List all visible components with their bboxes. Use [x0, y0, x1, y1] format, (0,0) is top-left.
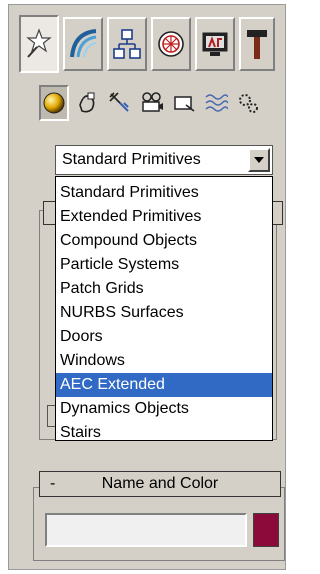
object-category-dropdown[interactable]: Standard Primitives [55, 145, 273, 175]
command-panel-tabs [19, 13, 289, 75]
category-cameras-button[interactable] [137, 85, 167, 121]
dropdown-option-standard-primitives[interactable]: Standard Primitives [56, 181, 272, 205]
tab-create[interactable] [19, 15, 59, 73]
dropdown-option-dynamics-objects[interactable]: Dynamics Objects [56, 397, 272, 421]
dropdown-option-windows[interactable]: Windows [56, 349, 272, 373]
display-icon [202, 32, 228, 56]
dropdown-option-aec-extended[interactable]: AEC Extended [56, 373, 272, 397]
hierarchy-icon [113, 29, 141, 59]
modify-icon [70, 29, 97, 58]
motion-icon [158, 31, 184, 57]
category-systems-button[interactable] [233, 85, 263, 121]
create-icon [26, 28, 52, 58]
category-shapes-button[interactable] [73, 85, 103, 121]
tab-modify[interactable] [63, 17, 103, 71]
tab-motion[interactable] [151, 17, 191, 71]
utilities-icon [247, 30, 267, 59]
tab-hierarchy[interactable] [107, 17, 147, 71]
dropdown-arrow-button[interactable] [248, 148, 270, 172]
object-color-swatch[interactable] [253, 513, 279, 547]
geometry-icon [43, 92, 65, 114]
rollout-title: Name and Color [101, 475, 219, 492]
dropdown-list: Standard Primitives Extended Primitives … [55, 176, 273, 441]
cameras-icon [142, 92, 163, 112]
tab-display[interactable] [195, 17, 235, 71]
systems-icon [239, 94, 258, 113]
object-name-field[interactable] [45, 513, 247, 547]
helpers-icon [174, 96, 195, 112]
space-warps-icon [205, 94, 228, 112]
object-category-bar [39, 85, 289, 125]
dropdown-option-nurbs-surfaces[interactable]: NURBS Surfaces [56, 301, 272, 325]
category-helpers-button[interactable] [169, 85, 199, 121]
dropdown-option-stairs[interactable]: Stairs [56, 421, 272, 445]
category-lights-button[interactable] [105, 85, 135, 121]
dropdown-selected-value: Standard Primitives [62, 151, 201, 168]
name-and-color-rollout-header[interactable]: - Name and Color [39, 471, 281, 497]
dropdown-option-patch-grids[interactable]: Patch Grids [56, 277, 272, 301]
dropdown-option-extended-primitives[interactable]: Extended Primitives [56, 205, 272, 229]
command-panel: Standard Primitives Standard Primitives … [8, 4, 286, 570]
category-geometry-button[interactable] [39, 85, 69, 121]
dropdown-option-compound-objects[interactable]: Compound Objects [56, 229, 272, 253]
shapes-icon [79, 92, 95, 113]
category-space-warps-button[interactable] [201, 85, 231, 121]
chevron-down-icon [254, 157, 264, 163]
lights-icon [109, 92, 129, 112]
dropdown-option-doors[interactable]: Doors [56, 325, 272, 349]
dropdown-option-particle-systems[interactable]: Particle Systems [56, 253, 272, 277]
tab-utilities[interactable] [239, 17, 275, 71]
